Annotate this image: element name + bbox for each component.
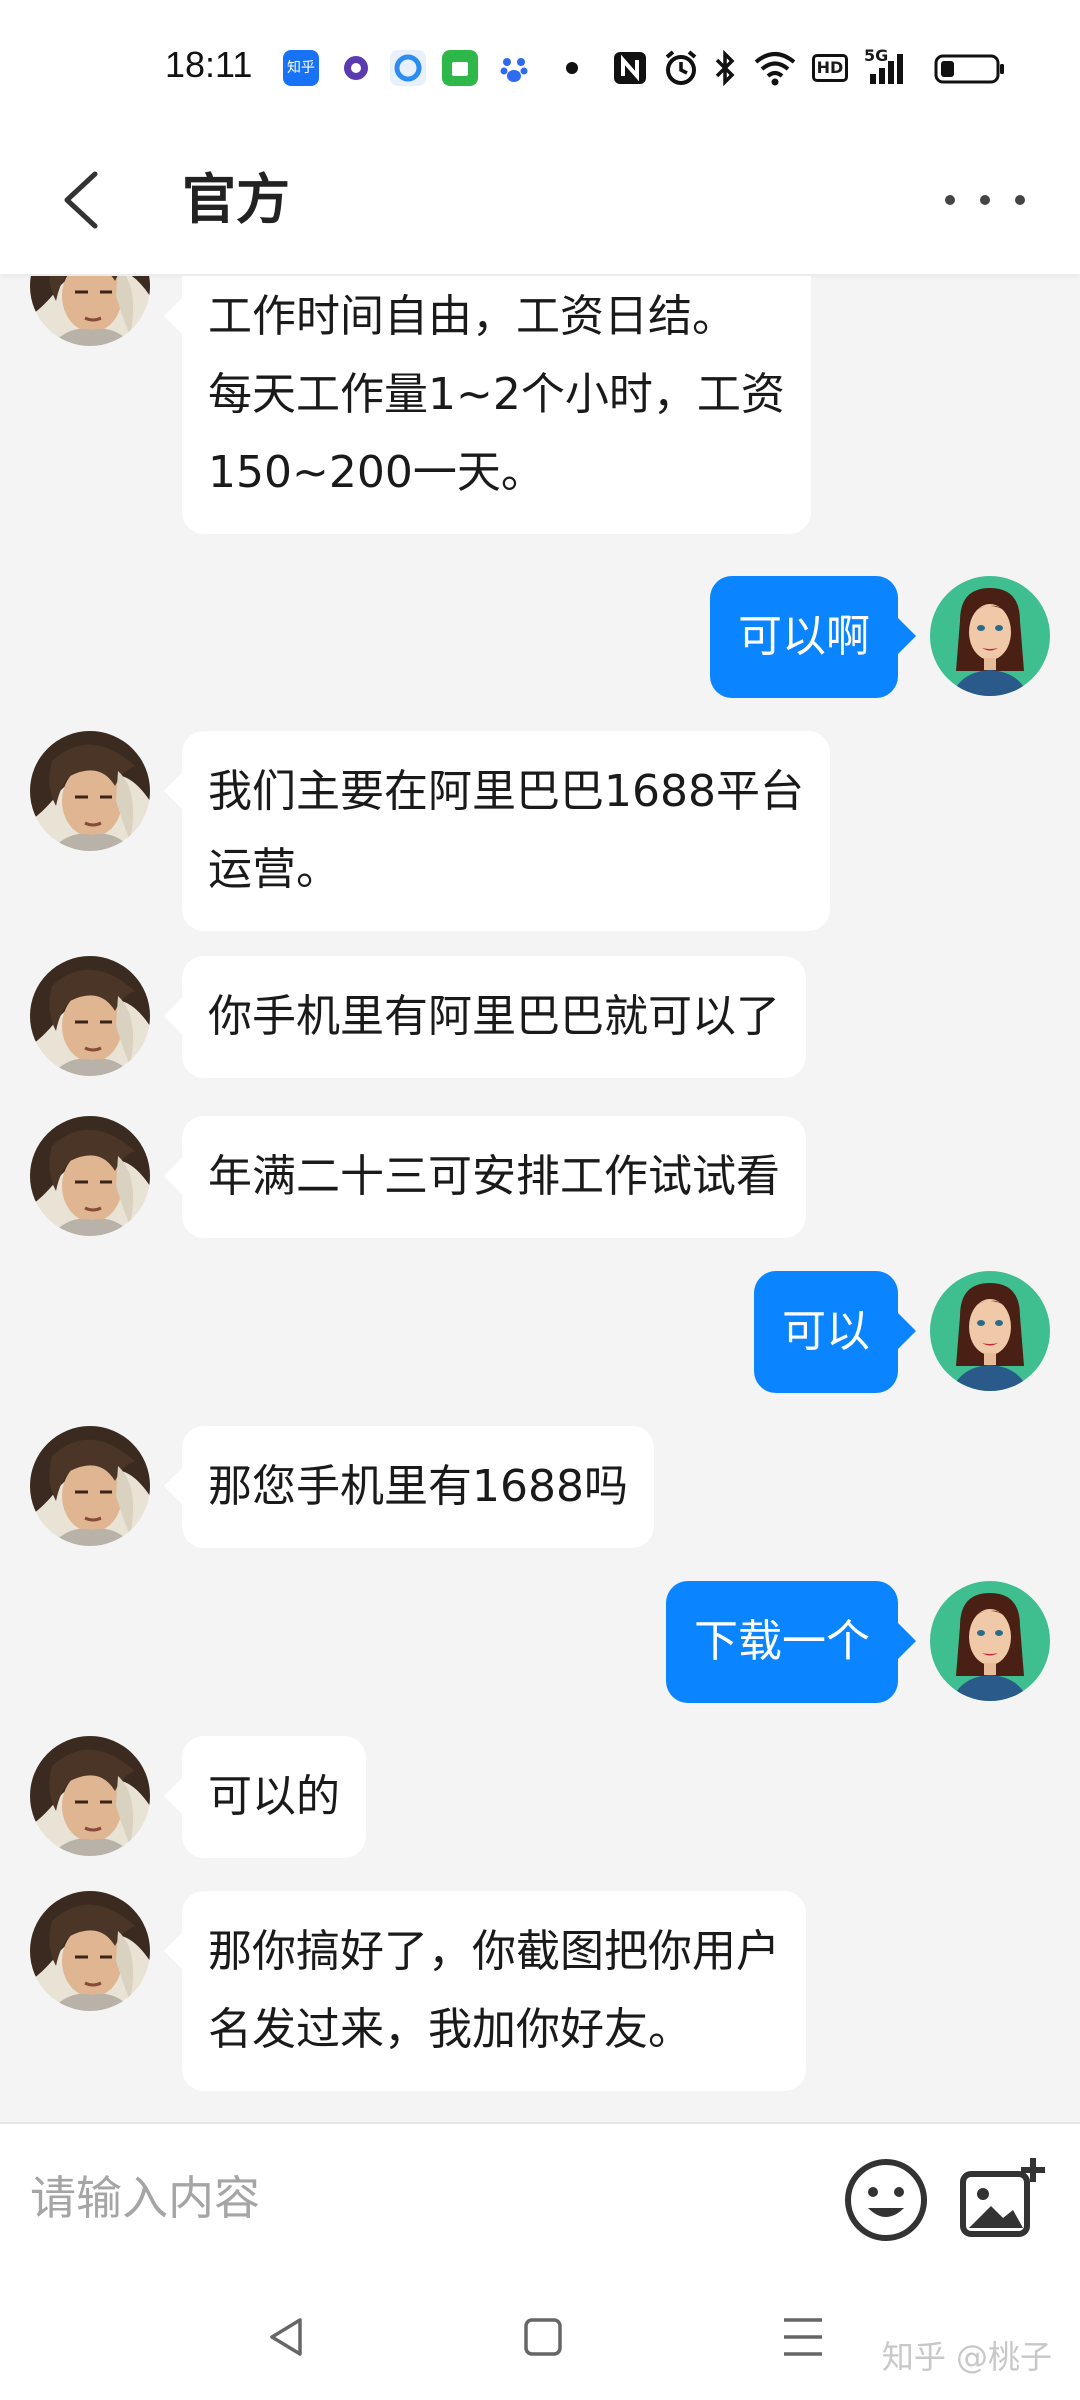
sender-avatar[interactable] [30,1426,150,1546]
message-text-line: 运营。 [208,844,340,895]
message-bubble[interactable]: 下载一个 [666,1581,916,1703]
message-bubble[interactable]: 可以 [754,1271,916,1393]
nav-menu-button[interactable] [768,2302,838,2372]
battery-icon [934,48,1006,88]
message-text-line: 我们主要在阿里巴巴1688平台 [208,766,804,817]
sender-avatar[interactable] [30,1116,150,1236]
signal-5g-icon: 5G [864,46,912,88]
chevron-left-icon [64,171,98,229]
message-bubble[interactable]: 可以的 [164,1736,366,1858]
message-text-line: 工作时间自由，工资日结。 [208,291,736,342]
message-text-line: 那你搞好了，你截图把你用户 [208,1926,780,1977]
sender-avatar[interactable] [30,956,150,1076]
message-text-line: 可以啊 [738,611,870,662]
message-bubble[interactable]: 可以啊 [710,576,916,698]
watermark-text: 知乎 @桃子 [881,2338,1052,2376]
sender-avatar[interactable] [30,1891,150,2011]
nfc-icon [612,48,648,88]
green-app-icon [442,50,478,86]
message-bubble[interactable]: 工作时间自由，工资日结。 每天工作量1~2个小时，工资 150~200一天。 [164,276,811,534]
system-navigation-bar: 知乎 @桃子 [0,2272,1080,2400]
message-text-line: 每天工作量1~2个小时，工资 [208,369,785,420]
sender-avatar[interactable] [30,1736,150,1856]
message-text-line: 下载一个 [694,1616,870,1667]
image-button[interactable] [955,2152,1051,2248]
message-text-line: 年满二十三可安排工作试试看 [208,1151,780,1202]
nav-home-button[interactable] [508,2302,578,2372]
message-bubble[interactable]: 那您手机里有1688吗 [164,1426,654,1548]
zhihu-app-icon: 知乎 [283,50,319,86]
sender-avatar[interactable] [30,276,150,346]
browser-app-icon [390,50,426,86]
more-dots-icon [945,195,1025,205]
sender-avatar[interactable] [30,731,150,851]
dot-icon [565,48,579,88]
emoji-button[interactable] [840,2154,932,2246]
add-image-icon [960,2158,1045,2237]
status-time: 18:11 [165,44,253,85]
chat-message-list[interactable]: 工作时间自由，工资日结。 每天工作量1~2个小时，工资 150~200一天。 可以啊… [0,276,1080,2121]
message-input[interactable] [30,2152,790,2244]
message-text-line: 150~200一天。 [208,447,545,498]
user-avatar[interactable] [930,1271,1050,1391]
triangle-back-icon [270,2318,302,2356]
back-button[interactable] [55,160,115,240]
smiley-icon [845,2159,927,2241]
baidu-app-icon [496,50,532,86]
user-avatar[interactable] [930,576,1050,696]
message-text-line: 可以的 [208,1771,340,1822]
status-bar: 18:11 知乎 HD 5G [0,0,1080,130]
wifi-icon [752,48,798,88]
message-bubble[interactable]: 那你搞好了，你截图把你用户 名发过来，我加你好友。 [164,1891,806,2091]
purple-app-icon [338,50,374,86]
alarm-icon [662,48,700,88]
nav-back-button[interactable] [252,2302,322,2372]
menu-lines-icon [784,2318,822,2356]
bluetooth-icon [712,48,738,88]
more-options-button[interactable] [930,175,1040,225]
message-text-line: 可以 [782,1306,870,1357]
page-title: 官方 [182,168,290,231]
chat-header: 官方 [0,130,1080,275]
square-home-icon [524,2318,562,2356]
input-bar [0,2122,1080,2272]
message-text-line: 名发过来，我加你好友。 [208,2004,692,2055]
message-bubble[interactable]: 年满二十三可安排工作试试看 [164,1116,806,1238]
message-text-line: 你手机里有阿里巴巴就可以了 [208,991,780,1042]
message-bubble[interactable]: 我们主要在阿里巴巴1688平台 运营。 [164,731,830,931]
message-bubble[interactable]: 你手机里有阿里巴巴就可以了 [164,956,806,1078]
hd-icon: HD [812,48,852,88]
message-text-line: 那您手机里有1688吗 [208,1461,628,1512]
user-avatar[interactable] [930,1581,1050,1701]
